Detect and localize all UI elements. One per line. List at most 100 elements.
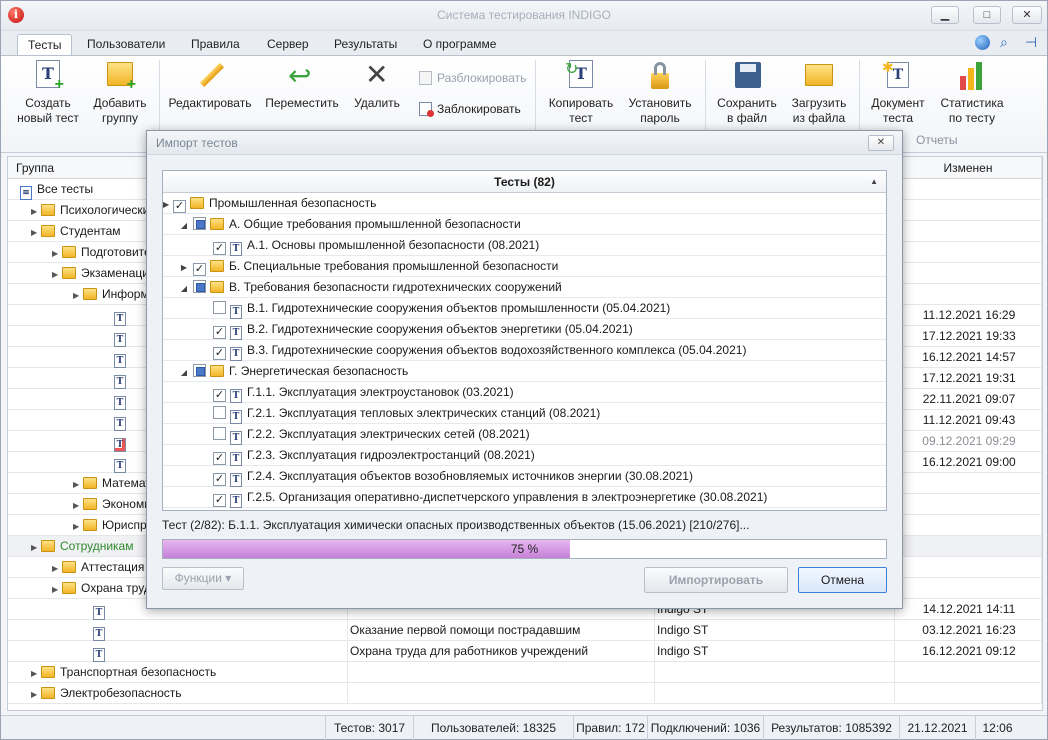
tree-item[interactable]: T Г.2.1. Эксплуатация тепловых электричес… [163, 403, 886, 424]
tree-expander-icon[interactable]: ◢ [163, 216, 187, 236]
tree-expander-icon[interactable]: ▶ [163, 195, 169, 215]
tab-results[interactable]: Результаты [324, 34, 407, 55]
tab-tests[interactable]: Тесты [17, 34, 73, 55]
expand-arrow-icon[interactable]: ▶ [73, 496, 83, 516]
zoom-icon[interactable]: ⌕ [1000, 34, 1008, 51]
create-test-button[interactable]: T + Создать новый тест [11, 60, 85, 126]
tree-item[interactable]: ◢ Г. Энергетическая безопасность [163, 361, 886, 382]
expand-arrow-icon[interactable]: ▶ [31, 538, 41, 558]
expand-arrow-icon[interactable]: ▶ [73, 517, 83, 537]
delete-x-icon: ✕ [365, 59, 389, 90]
tree-item[interactable]: ▶ ✓ Промышленная безопасность [163, 193, 886, 214]
dialog-close-button[interactable]: ✕ [868, 135, 894, 151]
import-status-line: Тест (2/82): Б.1.1. Эксплуатация химичес… [162, 518, 750, 532]
tree-item[interactable]: ✓ T А.1. Основы промышленной безопасности … [163, 235, 886, 256]
cancel-button[interactable]: Отмена [798, 567, 887, 593]
folder-icon [41, 687, 55, 699]
folder-icon [83, 477, 97, 489]
tree-checkbox[interactable] [213, 427, 226, 440]
expand-arrow-icon[interactable]: ▶ [31, 223, 41, 243]
changed-cell: 09.12.2021 09:29 [895, 431, 1042, 452]
expand-arrow-icon[interactable]: ▶ [73, 475, 83, 495]
tree-item[interactable]: ◢ А. Общие требования промышленной безопа… [163, 214, 886, 235]
changed-cell: 03.12.2021 16:23 [895, 620, 1042, 641]
test-file-icon: T [230, 305, 242, 319]
tree-item-label: А. Общие требования промышленной безопас… [229, 217, 521, 231]
tree-checkbox[interactable] [213, 406, 226, 419]
expand-arrow-icon[interactable]: ▶ [52, 559, 62, 579]
tree-expander-icon[interactable]: ◢ [163, 279, 187, 299]
edit-button[interactable]: Редактировать [167, 60, 253, 111]
status-bar: Тестов: 3017 Пользователей: 18325 Правил… [1, 715, 1047, 740]
tree-item[interactable]: T В.1. Гидротехнические сооружения объект… [163, 298, 886, 319]
tree-item[interactable]: ◢ В. Требования безопасности гидротехниче… [163, 277, 886, 298]
column-header-changed[interactable]: Изменен [895, 157, 1042, 179]
expand-arrow-icon[interactable]: ▶ [52, 580, 62, 600]
tree-checkbox[interactable] [193, 217, 206, 230]
set-password-button[interactable]: Установить пароль [625, 60, 695, 126]
tab-about[interactable]: О программе [413, 34, 506, 55]
tree-item[interactable]: ✓ T Г.2.3. Эксплуатация гидроэлектростанци… [163, 445, 886, 466]
tree-item[interactable]: T Г.2.2. Эксплуатация электрических сетей… [163, 424, 886, 445]
table-row[interactable]: ▶ Транспортная безопасность [8, 662, 1042, 683]
test-statistics-button[interactable]: Статистика по тесту [935, 60, 1009, 126]
expand-arrow-icon[interactable]: ▶ [31, 685, 41, 705]
globe-icon[interactable] [975, 35, 990, 50]
table-row[interactable]: ▶ Электробезопасность [8, 683, 1042, 704]
tree-checkbox[interactable] [193, 280, 206, 293]
add-group-button[interactable]: + Добавить группу [89, 60, 151, 126]
tree-item[interactable]: ✓ T Г.1.1. Эксплуатация электроустановок (… [163, 382, 886, 403]
tree-item[interactable]: ✓ T Г.2.4. Эксплуатация объектов возобновл… [163, 466, 886, 487]
test-stats-label-1: Статистика [940, 96, 1004, 110]
test-document-button[interactable]: T ✱ Документ теста [865, 60, 931, 126]
tree-expander-icon[interactable]: ◢ [163, 363, 187, 383]
lock-button[interactable]: Заблокировать [417, 99, 521, 119]
create-label-2: новый тест [17, 111, 79, 125]
changed-cell [895, 473, 1042, 494]
tab-server[interactable]: Сервер [257, 34, 319, 55]
save-to-file-button[interactable]: Сохранить в файл [713, 60, 781, 126]
tree-checkbox[interactable] [213, 301, 226, 314]
tree-header[interactable]: Тесты (82) ▲ [163, 171, 886, 193]
close-window-button[interactable]: ✕ [1012, 6, 1042, 24]
changed-cell [895, 662, 1042, 683]
expand-arrow-icon[interactable]: ▶ [73, 286, 83, 306]
tree-checkbox[interactable]: ✓ [213, 347, 226, 360]
tree-checkbox[interactable]: ✓ [193, 263, 206, 276]
table-row[interactable]: T Охрана труда для работников учреждений I… [8, 641, 1042, 662]
changed-cell: 11.12.2021 09:43 [895, 410, 1042, 431]
tree-checkbox[interactable] [193, 364, 206, 377]
load-from-file-button[interactable]: Загрузить из файла [785, 60, 853, 126]
title-bar: i Система тестирования INDIGO ▁ □ ✕ [1, 1, 1047, 31]
table-row[interactable]: T Оказание первой помощи пострадавшим Indi… [8, 620, 1042, 641]
tree-checkbox[interactable]: ✓ [213, 326, 226, 339]
expand-arrow-icon[interactable]: ▶ [52, 244, 62, 264]
tree-checkbox[interactable]: ✓ [213, 494, 226, 507]
tree-item[interactable]: ✓ T Г.2.5. Организация оперативно-диспетче… [163, 487, 886, 508]
test-file-icon: T [114, 312, 126, 326]
maximize-button[interactable]: □ [973, 6, 1001, 24]
tab-rules[interactable]: Правила [181, 34, 250, 55]
tree-checkbox[interactable]: ✓ [213, 242, 226, 255]
tree-checkbox[interactable]: ✓ [213, 452, 226, 465]
copy-test-button[interactable]: T ↻ Копировать тест [545, 60, 617, 126]
minimize-button[interactable]: ▁ [931, 6, 959, 24]
tree-item[interactable]: ▶ ✓ Б. Специальные требования промышленной… [163, 256, 886, 277]
tree-checkbox[interactable]: ✓ [213, 473, 226, 486]
tree-checkbox[interactable]: ✓ [213, 389, 226, 402]
move-button[interactable]: ↩ Переместить [263, 60, 341, 111]
tree-checkbox[interactable]: ✓ [173, 200, 186, 213]
functions-button[interactable]: Функции ▾ [162, 567, 244, 590]
tab-users[interactable]: Пользователи [77, 34, 175, 55]
tree-item[interactable]: ✓ T В.2. Гидротехнические сооружения объек… [163, 319, 886, 340]
expand-arrow-icon[interactable]: ▶ [52, 265, 62, 285]
tree-expander-icon[interactable]: ▶ [163, 258, 187, 278]
unlock-button[interactable]: Разблокировать [417, 68, 526, 88]
expand-arrow-icon[interactable]: ▶ [31, 664, 41, 684]
tree-item-label: Г.2.1. Эксплуатация тепловых электрическ… [247, 406, 601, 420]
import-button[interactable]: Импортировать [644, 567, 788, 593]
pin-icon[interactable]: ⊣ [1025, 34, 1037, 51]
expand-arrow-icon[interactable]: ▶ [31, 202, 41, 222]
delete-button[interactable]: ✕ Удалить [349, 60, 405, 111]
tree-item[interactable]: ✓ T В.3. Гидротехнические сооружения объек… [163, 340, 886, 361]
